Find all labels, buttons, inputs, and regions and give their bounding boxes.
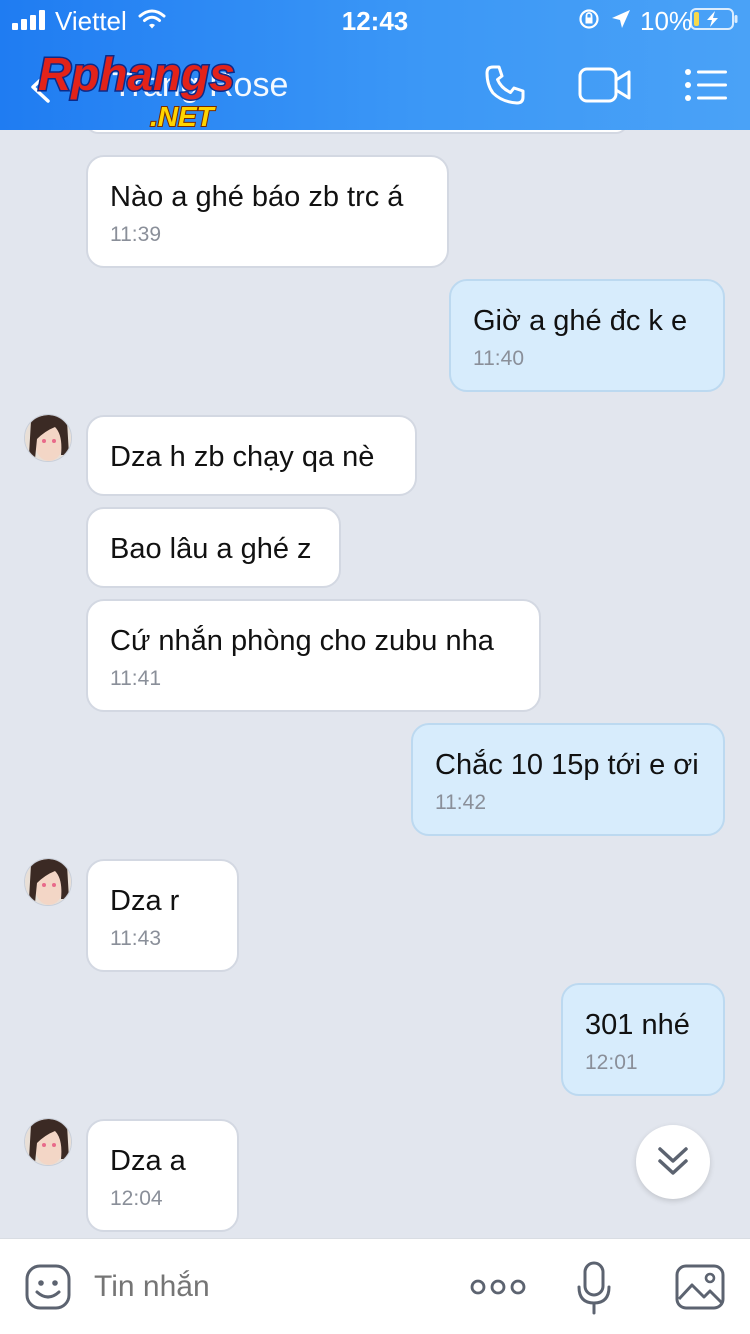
battery-icon: [690, 8, 738, 30]
message-text: Giờ a ghé đc k e: [473, 305, 688, 337]
message-text: Cứ nhắn phòng cho zubu nha: [110, 625, 494, 657]
message-text: Dza a: [110, 1145, 186, 1177]
chat-header: Viettel 12:43 10% Trang Rose Rphangs .NE…: [0, 0, 750, 130]
phone-icon[interactable]: [484, 64, 526, 106]
message-bubble-incoming[interactable]: Dza h zb chạy qa nè: [86, 415, 417, 496]
message-time: 11:42: [435, 791, 486, 814]
message-bubble-incoming[interactable]: Cứ nhắn phòng cho zubu nha 11:41: [86, 599, 541, 712]
message-bubble-outgoing[interactable]: Chắc 10 15p tới e ơi 11:42: [411, 723, 725, 836]
location-icon: [612, 10, 630, 28]
svg-text:Rphangs: Rphangs: [38, 48, 235, 100]
message-time: 12:01: [585, 1051, 638, 1074]
message-input[interactable]: [94, 1267, 394, 1307]
message-time: 11:41: [110, 667, 161, 690]
status-bar: Viettel 12:43 10%: [0, 0, 750, 40]
microphone-icon[interactable]: [576, 1261, 612, 1315]
message-time: 11:39: [110, 223, 161, 246]
message-bubble-incoming[interactable]: Bao lâu a ghé z: [86, 507, 341, 588]
partial-message-bubble: [86, 130, 628, 134]
contact-avatar[interactable]: [24, 414, 72, 462]
sticker-icon[interactable]: [24, 1263, 72, 1311]
status-time: 12:43: [341, 6, 409, 36]
message-bubble-outgoing[interactable]: 301 nhé 12:01: [561, 983, 725, 1096]
message-bubble-incoming[interactable]: Nào a ghé báo zb trc á 11:39: [86, 155, 449, 268]
video-call-icon[interactable]: [578, 66, 632, 104]
message-text: Nào a ghé báo zb trc á: [110, 181, 404, 213]
message-input-bar: [0, 1238, 750, 1334]
message-time: 12:04: [110, 1187, 163, 1210]
image-icon[interactable]: [674, 1263, 726, 1311]
message-text: Dza h zb chạy qa nè: [110, 441, 375, 473]
scroll-to-bottom-button[interactable]: [636, 1125, 710, 1199]
message-bubble-incoming[interactable]: Dza a 12:04: [86, 1119, 239, 1232]
message-text: Dza r: [110, 885, 180, 917]
message-text: Chắc 10 15p tới e ơi: [435, 749, 699, 781]
more-icon[interactable]: [470, 1275, 526, 1299]
message-time: 11:43: [110, 927, 161, 950]
battery-percent: 10%: [640, 6, 693, 36]
watermark-logo: Rphangs .NET: [37, 47, 237, 131]
contact-avatar[interactable]: [24, 1118, 72, 1166]
message-bubble-incoming[interactable]: Dza r 11:43: [86, 859, 239, 972]
message-text: Bao lâu a ghé z: [110, 533, 312, 565]
message-list[interactable]: Nào a ghé báo zb trc á 11:39 Giờ a ghé đ…: [0, 130, 750, 1238]
rotation-lock-icon: [579, 9, 599, 29]
chevron-double-down-icon: [658, 1147, 688, 1175]
svg-text:.NET: .NET: [150, 101, 217, 130]
message-text: 301 nhé: [585, 1009, 690, 1041]
message-bubble-outgoing[interactable]: Giờ a ghé đc k e 11:40: [449, 279, 725, 392]
contact-avatar[interactable]: [24, 858, 72, 906]
menu-icon[interactable]: [684, 68, 728, 102]
message-time: 11:40: [473, 347, 524, 370]
nav-bar: Trang Rose Rphangs .NET: [0, 40, 750, 130]
